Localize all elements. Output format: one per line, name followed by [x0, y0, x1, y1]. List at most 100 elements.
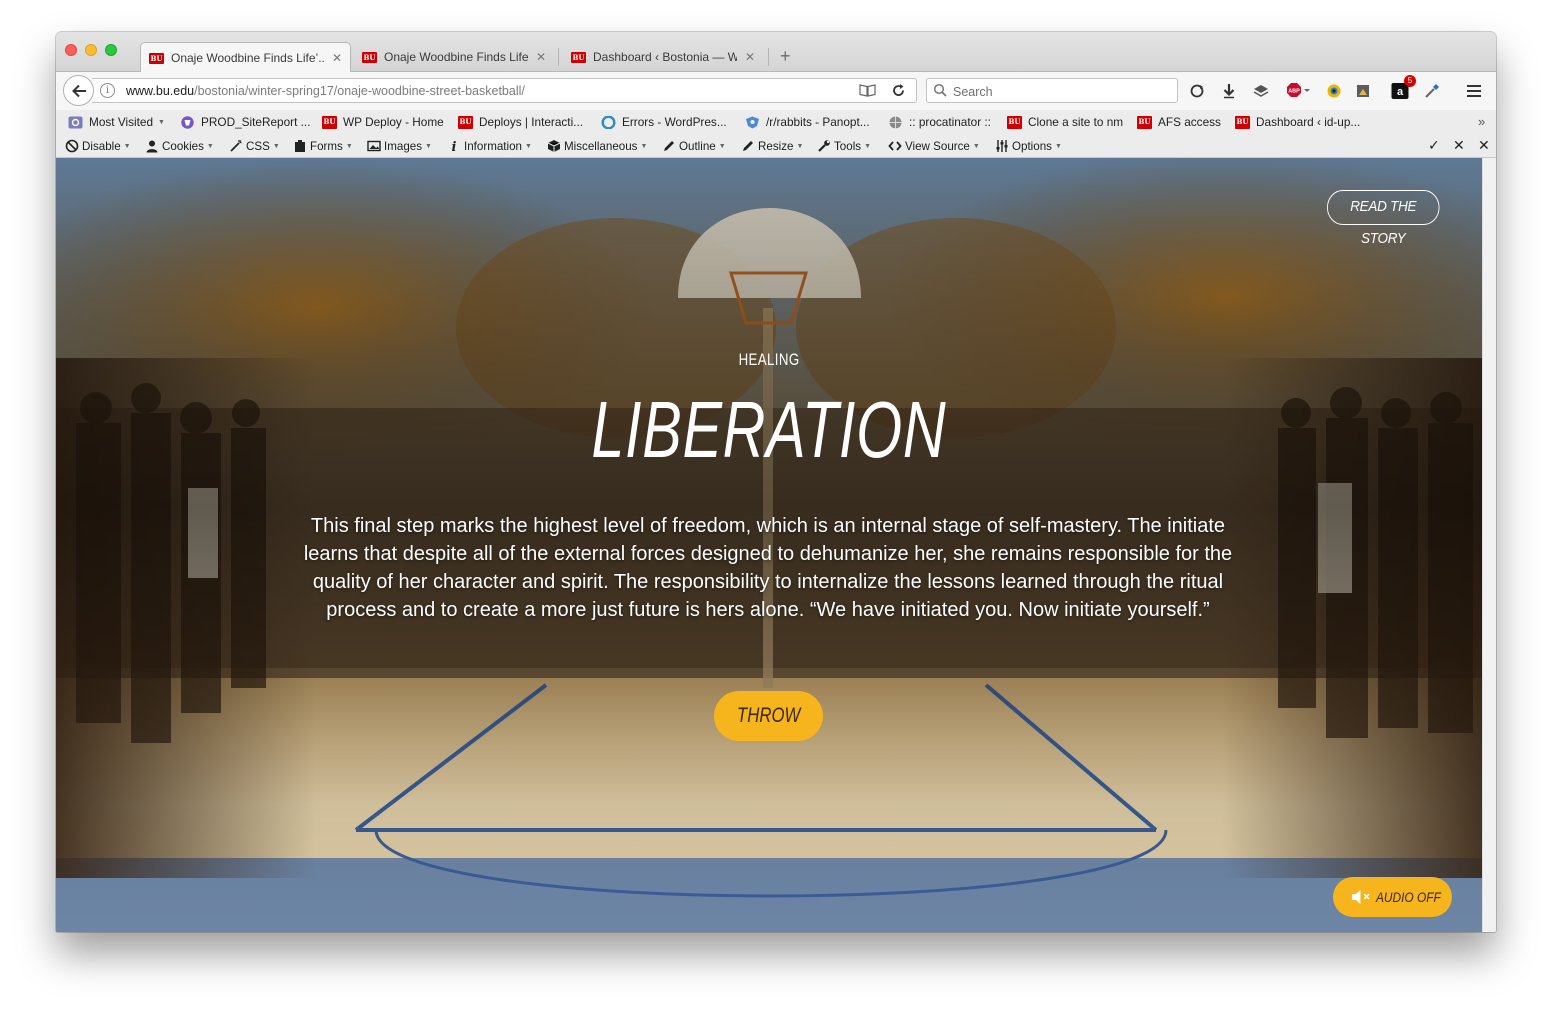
- url-text[interactable]: www.bu.edu/bostonia/winter-spring17/onaj…: [126, 84, 525, 98]
- bu-logo-icon: BU: [571, 51, 586, 63]
- chevron-down-icon: ▼: [272, 142, 280, 150]
- dev-menu-label: CSS: [246, 139, 270, 153]
- sync-icon[interactable]: [1187, 81, 1207, 101]
- code-icon: [888, 141, 902, 151]
- bookmark-label: Deploys | Interacti...: [479, 115, 584, 129]
- bookmark-deploys[interactable]: BU Deploys | Interacti...: [458, 113, 583, 131]
- dev-menu-tools[interactable]: Tools ▼: [817, 138, 871, 154]
- bookmark-wp-deploy[interactable]: BU WP Deploy - Home: [322, 113, 444, 131]
- bookmark-prod-sitereport[interactable]: PROD_SiteReport ...: [180, 113, 311, 131]
- pocket-layers-icon[interactable]: [1251, 81, 1271, 101]
- bookmark-dashboard-id-up[interactable]: BU Dashboard ‹ id-up...: [1235, 113, 1360, 131]
- info-icon: i: [452, 140, 457, 153]
- dev-menu-options[interactable]: Options ▼: [995, 138, 1062, 154]
- adblock-plus-icon[interactable]: ABP: [1284, 81, 1312, 101]
- tab-close-icon[interactable]: ✕: [332, 51, 342, 65]
- chevron-down-icon: ▼: [640, 142, 648, 150]
- window-zoom-button[interactable]: [105, 44, 117, 56]
- images-icon: [367, 140, 381, 152]
- tab-close-icon[interactable]: ✕: [536, 50, 546, 64]
- pencil-icon: [743, 141, 753, 151]
- dev-menu-label: Images: [384, 139, 423, 153]
- dev-menu-outline[interactable]: Outline ▼: [662, 138, 726, 154]
- notification-badge: 5: [1404, 75, 1416, 87]
- checkmark-icon[interactable]: ✓: [1428, 137, 1440, 154]
- chevron-down-icon: ▼: [718, 142, 726, 150]
- dev-menu-label: Forms: [310, 139, 343, 153]
- tab-dashboard[interactable]: BU Dashboard ‹ Bostonia — W... ✕: [563, 42, 763, 72]
- chevron-down-icon: ▼: [525, 142, 532, 150]
- chevron-down-icon: ▼: [158, 118, 165, 126]
- speaker-muted-icon: [1351, 889, 1370, 905]
- dev-menu-label: Tools: [834, 139, 862, 153]
- window-minimize-button[interactable]: [85, 44, 97, 56]
- back-button[interactable]: [63, 75, 94, 106]
- dev-menu-forms[interactable]: Forms ▼: [293, 138, 353, 154]
- reload-icon[interactable]: [890, 82, 907, 99]
- download-icon[interactable]: [1219, 81, 1239, 101]
- new-tab-button[interactable]: +: [780, 46, 791, 66]
- chevron-down-icon: ▼: [972, 142, 980, 150]
- bookmark-rabbits[interactable]: /r/rabbits - Panopt...: [745, 113, 870, 131]
- bookmark-most-visited[interactable]: Most Visited ▼: [68, 113, 165, 131]
- image-tool-icon[interactable]: [1353, 81, 1373, 101]
- circle-icon: [601, 115, 616, 129]
- read-the-story-button[interactable]: READ THE STORY: [1327, 190, 1440, 247]
- dev-menu-cookies[interactable]: Cookies ▼: [145, 138, 214, 154]
- bookmark-errors-wordpress[interactable]: Errors - WordPres...: [601, 113, 727, 131]
- section-body-text: This final step marks the highest level …: [303, 515, 1233, 621]
- browser-window: BU Onaje Woodbine Finds Life’... ✕ BU On…: [56, 32, 1496, 932]
- css-wand-icon: [230, 140, 242, 152]
- hamburger-menu-icon[interactable]: [1464, 81, 1484, 101]
- audio-toggle-button[interactable]: AUDIO OFF: [1333, 877, 1452, 917]
- shield-icon: [746, 116, 759, 128]
- wrench-icon: [818, 140, 830, 152]
- eyedropper-icon[interactable]: [1422, 81, 1442, 101]
- dev-menu-label: Miscellaneous: [564, 139, 638, 153]
- dev-menu-resize[interactable]: Resize ▼: [741, 138, 803, 154]
- amazon-assistant-icon[interactable]: a 5: [1390, 75, 1416, 101]
- window-close-button[interactable]: [65, 44, 77, 56]
- chevron-down-icon: ▼: [206, 142, 214, 150]
- site-info-icon[interactable]: i: [100, 83, 115, 98]
- close-toolbar-icon[interactable]: ✕: [1478, 137, 1490, 154]
- tab-close-icon[interactable]: ✕: [745, 50, 755, 64]
- tab-separator: [768, 48, 769, 66]
- tab-onaje-2[interactable]: BU Onaje Woodbine Finds Life’... ✕: [354, 42, 554, 72]
- search-field[interactable]: Search: [926, 78, 1178, 103]
- cube-icon: [547, 140, 561, 152]
- svg-text:a: a: [1397, 86, 1404, 98]
- color-picker-icon[interactable]: [1324, 81, 1344, 101]
- chevron-down-icon: ▼: [123, 142, 131, 150]
- bookmark-clone-site[interactable]: BU Clone a site to nm: [1007, 113, 1123, 131]
- throw-button[interactable]: THROW: [714, 691, 823, 741]
- dev-menu-css[interactable]: CSS ▼: [229, 138, 280, 154]
- section-kicker: HEALING: [56, 350, 1482, 370]
- bookmarks-toolbar: Most Visited ▼ PROD_SiteReport ... BU WP …: [56, 110, 1496, 134]
- navigation-bar: i www.bu.edu/bostonia/winter-spring17/on…: [56, 72, 1496, 110]
- dev-menu-information[interactable]: i Information ▼: [447, 138, 532, 154]
- bookmark-label: /r/rabbits - Panopt...: [766, 115, 870, 129]
- dev-menu-view-source[interactable]: View Source ▼: [888, 138, 980, 154]
- bookmark-procatinator[interactable]: :: procatinator ::: [888, 113, 991, 131]
- dev-menu-images[interactable]: Images ▼: [367, 138, 432, 154]
- dev-menu-miscellaneous[interactable]: Miscellaneous ▼: [547, 138, 647, 154]
- url-bar[interactable]: i www.bu.edu/bostonia/winter-spring17/on…: [92, 78, 917, 103]
- throw-button-label: THROW: [736, 704, 801, 727]
- page-hero: READ THE STORY HEALING LIBERATION This f…: [56, 158, 1482, 932]
- audio-toggle-label: AUDIO OFF: [1375, 889, 1441, 905]
- bookmark-afs-access[interactable]: BU AFS access: [1137, 113, 1221, 131]
- tab-onaje-1[interactable]: BU Onaje Woodbine Finds Life’... ✕: [140, 42, 351, 73]
- bu-logo-icon: BU: [458, 115, 473, 129]
- shield-icon: [181, 115, 194, 129]
- reader-view-icon[interactable]: [859, 83, 876, 98]
- web-developer-toolbar: Disable ▼ Cookies ▼ CSS ▼ Forms ▼ Images ▼ i …: [56, 134, 1496, 158]
- dev-menu-label: Outline: [679, 139, 716, 153]
- close-icon[interactable]: ✕: [1453, 137, 1465, 154]
- page-scrollbar[interactable]: [1482, 158, 1496, 932]
- dev-menu-disable[interactable]: Disable ▼: [65, 138, 131, 154]
- dev-menu-label: Options: [1012, 139, 1052, 153]
- section-headline-text: LIBERATION: [591, 385, 947, 474]
- bookmark-label: Clone a site to nm: [1028, 115, 1124, 129]
- bookmarks-overflow-icon[interactable]: »: [1478, 114, 1485, 129]
